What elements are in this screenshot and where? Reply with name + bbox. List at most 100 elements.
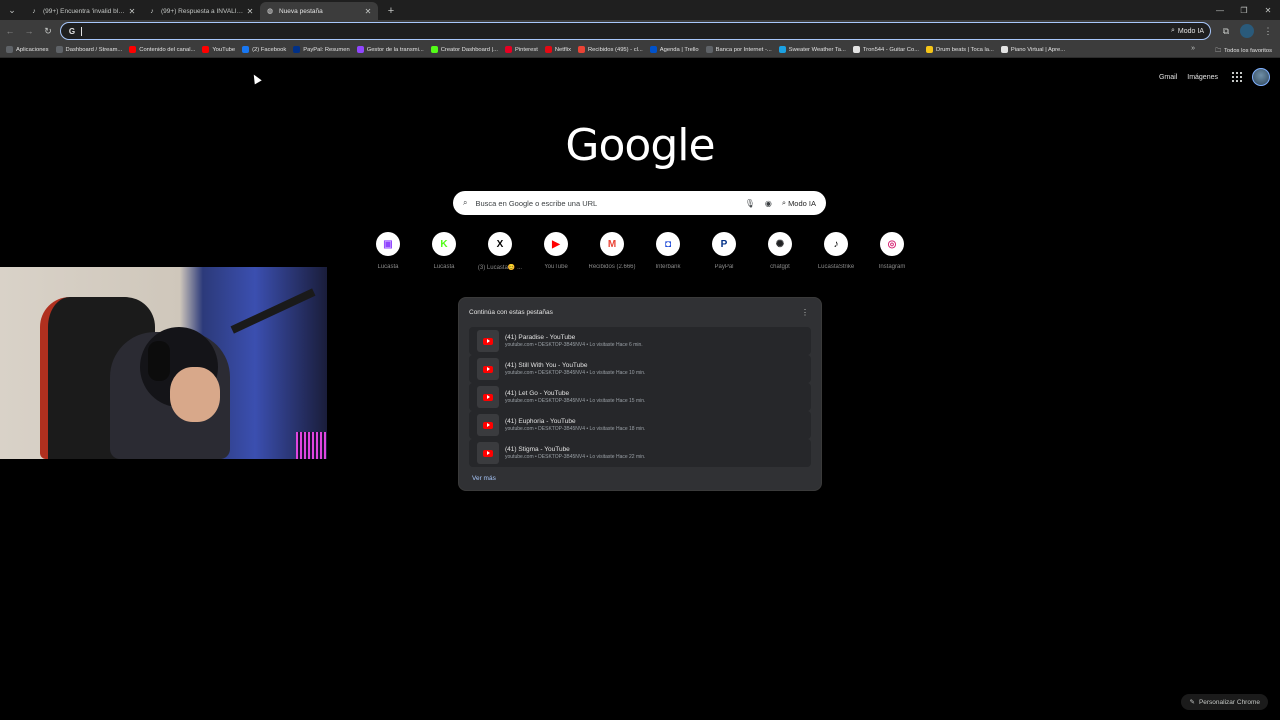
bookmark-favicon-icon (705, 46, 713, 53)
continue-tab-row[interactable]: (41) Still With You - YouTube youtube.com… (469, 355, 811, 383)
continue-tabs-card: Continúa con estas pestañas ⋮ (41) Parad… (458, 297, 822, 491)
bookmark-label: (2) Facebook (252, 46, 287, 53)
bookmark-item[interactable]: (2) Facebook (242, 46, 286, 53)
address-bar[interactable]: G ⌕ Modo IA (60, 22, 1211, 40)
extensions-icon[interactable]: ⧉ (1218, 22, 1234, 40)
gmail-link[interactable]: Gmail (1159, 74, 1177, 81)
close-icon[interactable]: ✕ (364, 7, 372, 16)
bookmark-item[interactable]: Netflix (544, 46, 571, 53)
mic-icon[interactable]: 🎙 (745, 199, 755, 208)
shortcut-tile[interactable]: ▶ YouTube (528, 232, 584, 271)
shortcut-tile[interactable]: P PayPal (696, 232, 752, 271)
apps-grid-icon[interactable] (1232, 72, 1242, 82)
close-icon[interactable]: ✕ (246, 7, 254, 16)
bookmark-item[interactable]: Creator Dashboard |... (430, 46, 498, 53)
row-title: (41) Let Go - YouTube (505, 389, 570, 397)
youtube-icon (477, 414, 499, 436)
chrome-icon: ◍ (266, 8, 274, 15)
tab-1[interactable]: ♪ (99+) Encuentra 'invalid blood' ✕ (24, 2, 142, 20)
bookmark-item[interactable]: Drum beats | Toca la... (926, 46, 994, 53)
images-link[interactable]: Imágenes (1187, 74, 1218, 81)
tab-3-active[interactable]: ◍ Nueva pestaña ✕ (260, 2, 378, 20)
shortcut-label: chatgpt (770, 264, 790, 270)
new-tab-button[interactable]: + (384, 2, 398, 20)
tab-title: (99+) Respuesta a INVALIDAD (161, 7, 246, 15)
profile-icon[interactable] (1240, 24, 1254, 38)
close-window-icon[interactable]: ✕ (1256, 0, 1280, 20)
row-subtitle: youtube.com • DESKTOP-3B45NV4 • Lo visit… (505, 426, 646, 433)
continue-tab-row[interactable]: (41) Euphoria - YouTube youtube.com • DES… (469, 411, 811, 439)
shortcut-tile[interactable]: ▣ Lucasta (360, 232, 416, 271)
bookmark-item[interactable]: Piano Virtual | Apre... (1000, 46, 1065, 53)
minimize-icon[interactable]: — (1208, 0, 1232, 20)
bookmark-favicon-icon (852, 46, 860, 53)
shortcut-label: (3) Lucasta😊 ... (477, 265, 523, 271)
bookmark-item[interactable]: Gestor de la transmi... (356, 46, 424, 53)
google-g-icon: G (68, 26, 76, 36)
bookmark-favicon-icon (577, 46, 585, 53)
close-icon[interactable]: ✕ (128, 7, 136, 16)
forward-icon[interactable]: → (20, 22, 38, 40)
ai-mode-button[interactable]: ⌕ Modo IA (782, 198, 816, 208)
bookmark-item[interactable]: Sweater Weather Ta... (778, 46, 846, 53)
search-box[interactable]: ⌕ Busca en Google o escribe una URL 🎙 ◉ … (453, 191, 826, 215)
pencil-icon: ✎ (1189, 699, 1195, 706)
shortcut-tile[interactable]: ♪ LucastaStrike (808, 232, 864, 271)
bookmark-item[interactable]: Contenido del canal... (129, 46, 195, 53)
shortcut-label: LucastaStrike (817, 264, 855, 270)
shortcut-tile[interactable]: X (3) Lucasta😊 ... (472, 232, 528, 271)
tab-2[interactable]: ♪ (99+) Respuesta a INVALIDAD ✕ (142, 2, 260, 20)
lens-icon[interactable]: ◉ (765, 199, 772, 208)
reload-icon[interactable]: ↻ (39, 22, 57, 40)
bookmark-favicon-icon (242, 46, 250, 53)
continue-tab-row[interactable]: (41) Let Go - YouTube youtube.com • DESKT… (469, 383, 811, 411)
shortcut-tile[interactable]: ◘ Interbank (640, 232, 696, 271)
card-menu-icon[interactable]: ⋮ (801, 308, 809, 317)
bookmark-item[interactable]: Tron544 - Guitar Co... (852, 46, 919, 53)
customize-chrome-button[interactable]: ✎ Personalizar Chrome (1181, 694, 1268, 710)
folder-icon: 🗀 (1215, 48, 1221, 54)
bookmark-item[interactable]: Banca por Internet -... (705, 46, 772, 53)
bookmark-item[interactable]: Pinterest (504, 46, 538, 53)
shortcut-tile[interactable]: M Recibidos (2.666) (584, 232, 640, 271)
bookmark-item[interactable]: Agenda | Trello (649, 46, 699, 53)
row-subtitle: youtube.com • DESKTOP-3B45NV4 • Lo visit… (505, 370, 646, 377)
search-placeholder: Busca en Google o escribe una URL (475, 198, 598, 208)
google-logo: Google (565, 120, 715, 171)
shortcut-tile[interactable]: ✺ chatgpt (752, 232, 808, 271)
tab-title: Nueva pestaña (279, 7, 323, 15)
account-avatar[interactable] (1252, 68, 1270, 86)
continue-tab-row[interactable]: (41) Paradise - YouTube youtube.com • DES… (469, 327, 811, 355)
bookmark-favicon-icon (504, 46, 512, 53)
bookmark-favicon-icon (544, 46, 552, 53)
bookmark-item[interactable]: PayPal: Resumen (293, 46, 350, 53)
shortcut-favicon-icon: K (432, 232, 456, 256)
sparkle-search-icon: ⌕ (781, 198, 787, 207)
streamer-face (170, 367, 220, 422)
menu-kebab-icon[interactable]: ⋮ (1260, 22, 1276, 40)
all-bookmarks-button[interactable]: 🗀 Todos los favoritos (1215, 46, 1272, 56)
webcam-overlay (0, 267, 327, 459)
tab-search-chevron-icon[interactable]: ⌄ (4, 2, 20, 18)
continue-tab-row[interactable]: (41) Stigma - YouTube youtube.com • DESKT… (469, 439, 811, 467)
bookmark-favicon-icon (129, 46, 137, 53)
bookmark-item[interactable]: Aplicaciones (6, 46, 49, 53)
shortcut-label: Lucasta (377, 264, 399, 270)
bookmark-item[interactable]: Recibidos (495) - cl... (577, 46, 643, 53)
omnibox-ai-mode-button[interactable]: ⌕ Modo IA (1171, 27, 1204, 35)
restore-icon[interactable]: ❐ (1232, 0, 1256, 20)
youtube-icon (477, 386, 499, 408)
bookmark-favicon-icon (1000, 46, 1008, 53)
shortcut-favicon-icon: ▣ (376, 232, 400, 256)
shortcut-tile[interactable]: ◎ Instagram (864, 232, 920, 271)
back-icon[interactable]: ← (1, 22, 19, 40)
see-more-link[interactable]: Ver más (472, 475, 811, 482)
shortcut-label: Recibidos (2.666) (588, 264, 636, 270)
bookmarks-overflow-icon[interactable]: » (1191, 45, 1195, 52)
toolbar: ← → ↻ G ⌕ Modo IA ⧉ ⋮ (0, 20, 1280, 42)
bookmark-item[interactable]: Dashboard / Stream... (55, 46, 122, 53)
bookmark-item[interactable]: YouTube (202, 46, 235, 53)
search-icon: ⌕ (463, 198, 468, 207)
shortcut-tile[interactable]: K Lucasta (416, 232, 472, 271)
bookmark-favicon-icon (778, 46, 786, 53)
